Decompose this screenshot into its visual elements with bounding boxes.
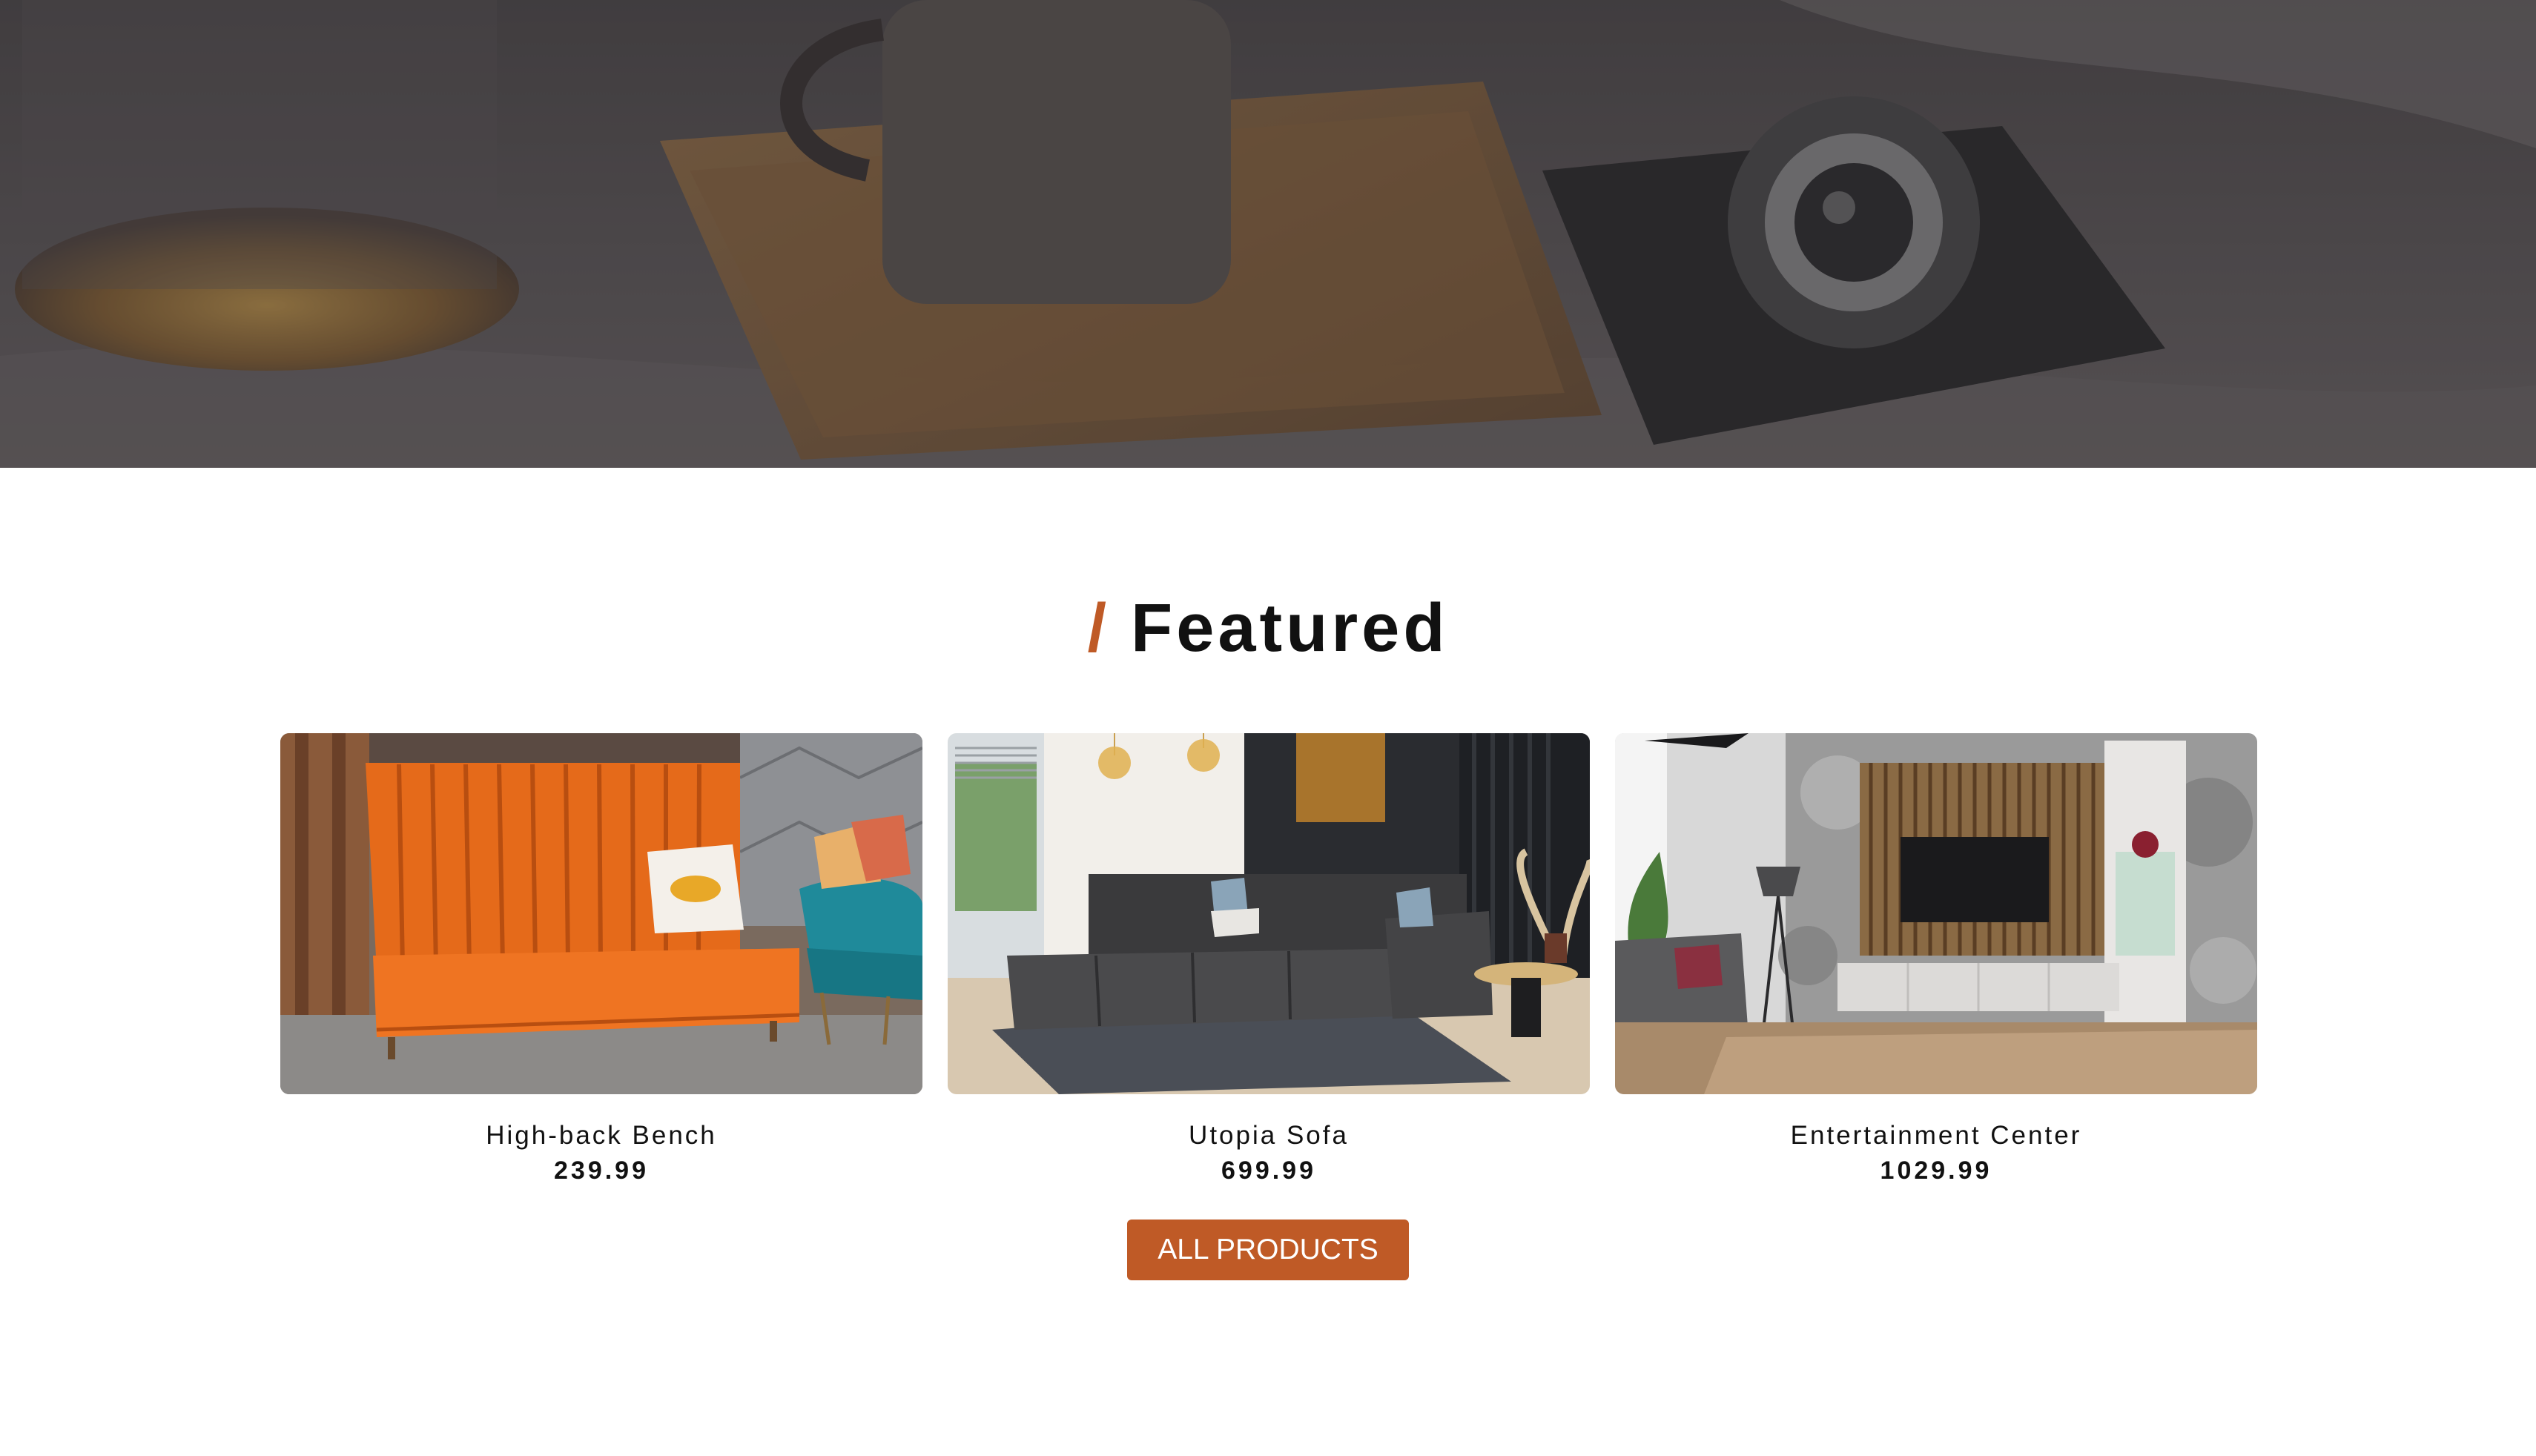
- product-price: 1029.99: [1880, 1156, 1992, 1185]
- bench-photo[interactable]: [280, 733, 922, 1094]
- product-card[interactable]: High-back Bench 239.99: [280, 733, 922, 1185]
- heading-slash: /: [1087, 590, 1111, 666]
- sofa-photo[interactable]: [948, 733, 1590, 1094]
- heading-text: Featured: [1131, 590, 1449, 666]
- product-price: 239.99: [554, 1156, 649, 1185]
- product-name[interactable]: Entertainment Center: [1615, 1121, 2257, 1151]
- product-card[interactable]: Utopia Sofa 699.99: [948, 733, 1590, 1185]
- product-card[interactable]: Entertainment Center 1029.99: [1615, 733, 2257, 1185]
- featured-heading: / Featured: [0, 594, 2536, 662]
- hero-banner: [0, 0, 2536, 468]
- entertainment-center-photo[interactable]: [1615, 733, 2257, 1094]
- product-grid: High-back Bench 239.99 Utopia Sofa 699.9…: [280, 733, 2257, 1252]
- all-products-button[interactable]: ALL PRODUCTS: [1127, 1220, 1409, 1280]
- product-name[interactable]: High-back Bench: [280, 1121, 922, 1151]
- featured-section: / Featured High-back Bench 239.99 Utopia…: [0, 468, 2536, 1456]
- product-price: 699.99: [1221, 1156, 1316, 1185]
- hero-overlay: [0, 0, 2536, 468]
- product-name[interactable]: Utopia Sofa: [948, 1121, 1590, 1151]
